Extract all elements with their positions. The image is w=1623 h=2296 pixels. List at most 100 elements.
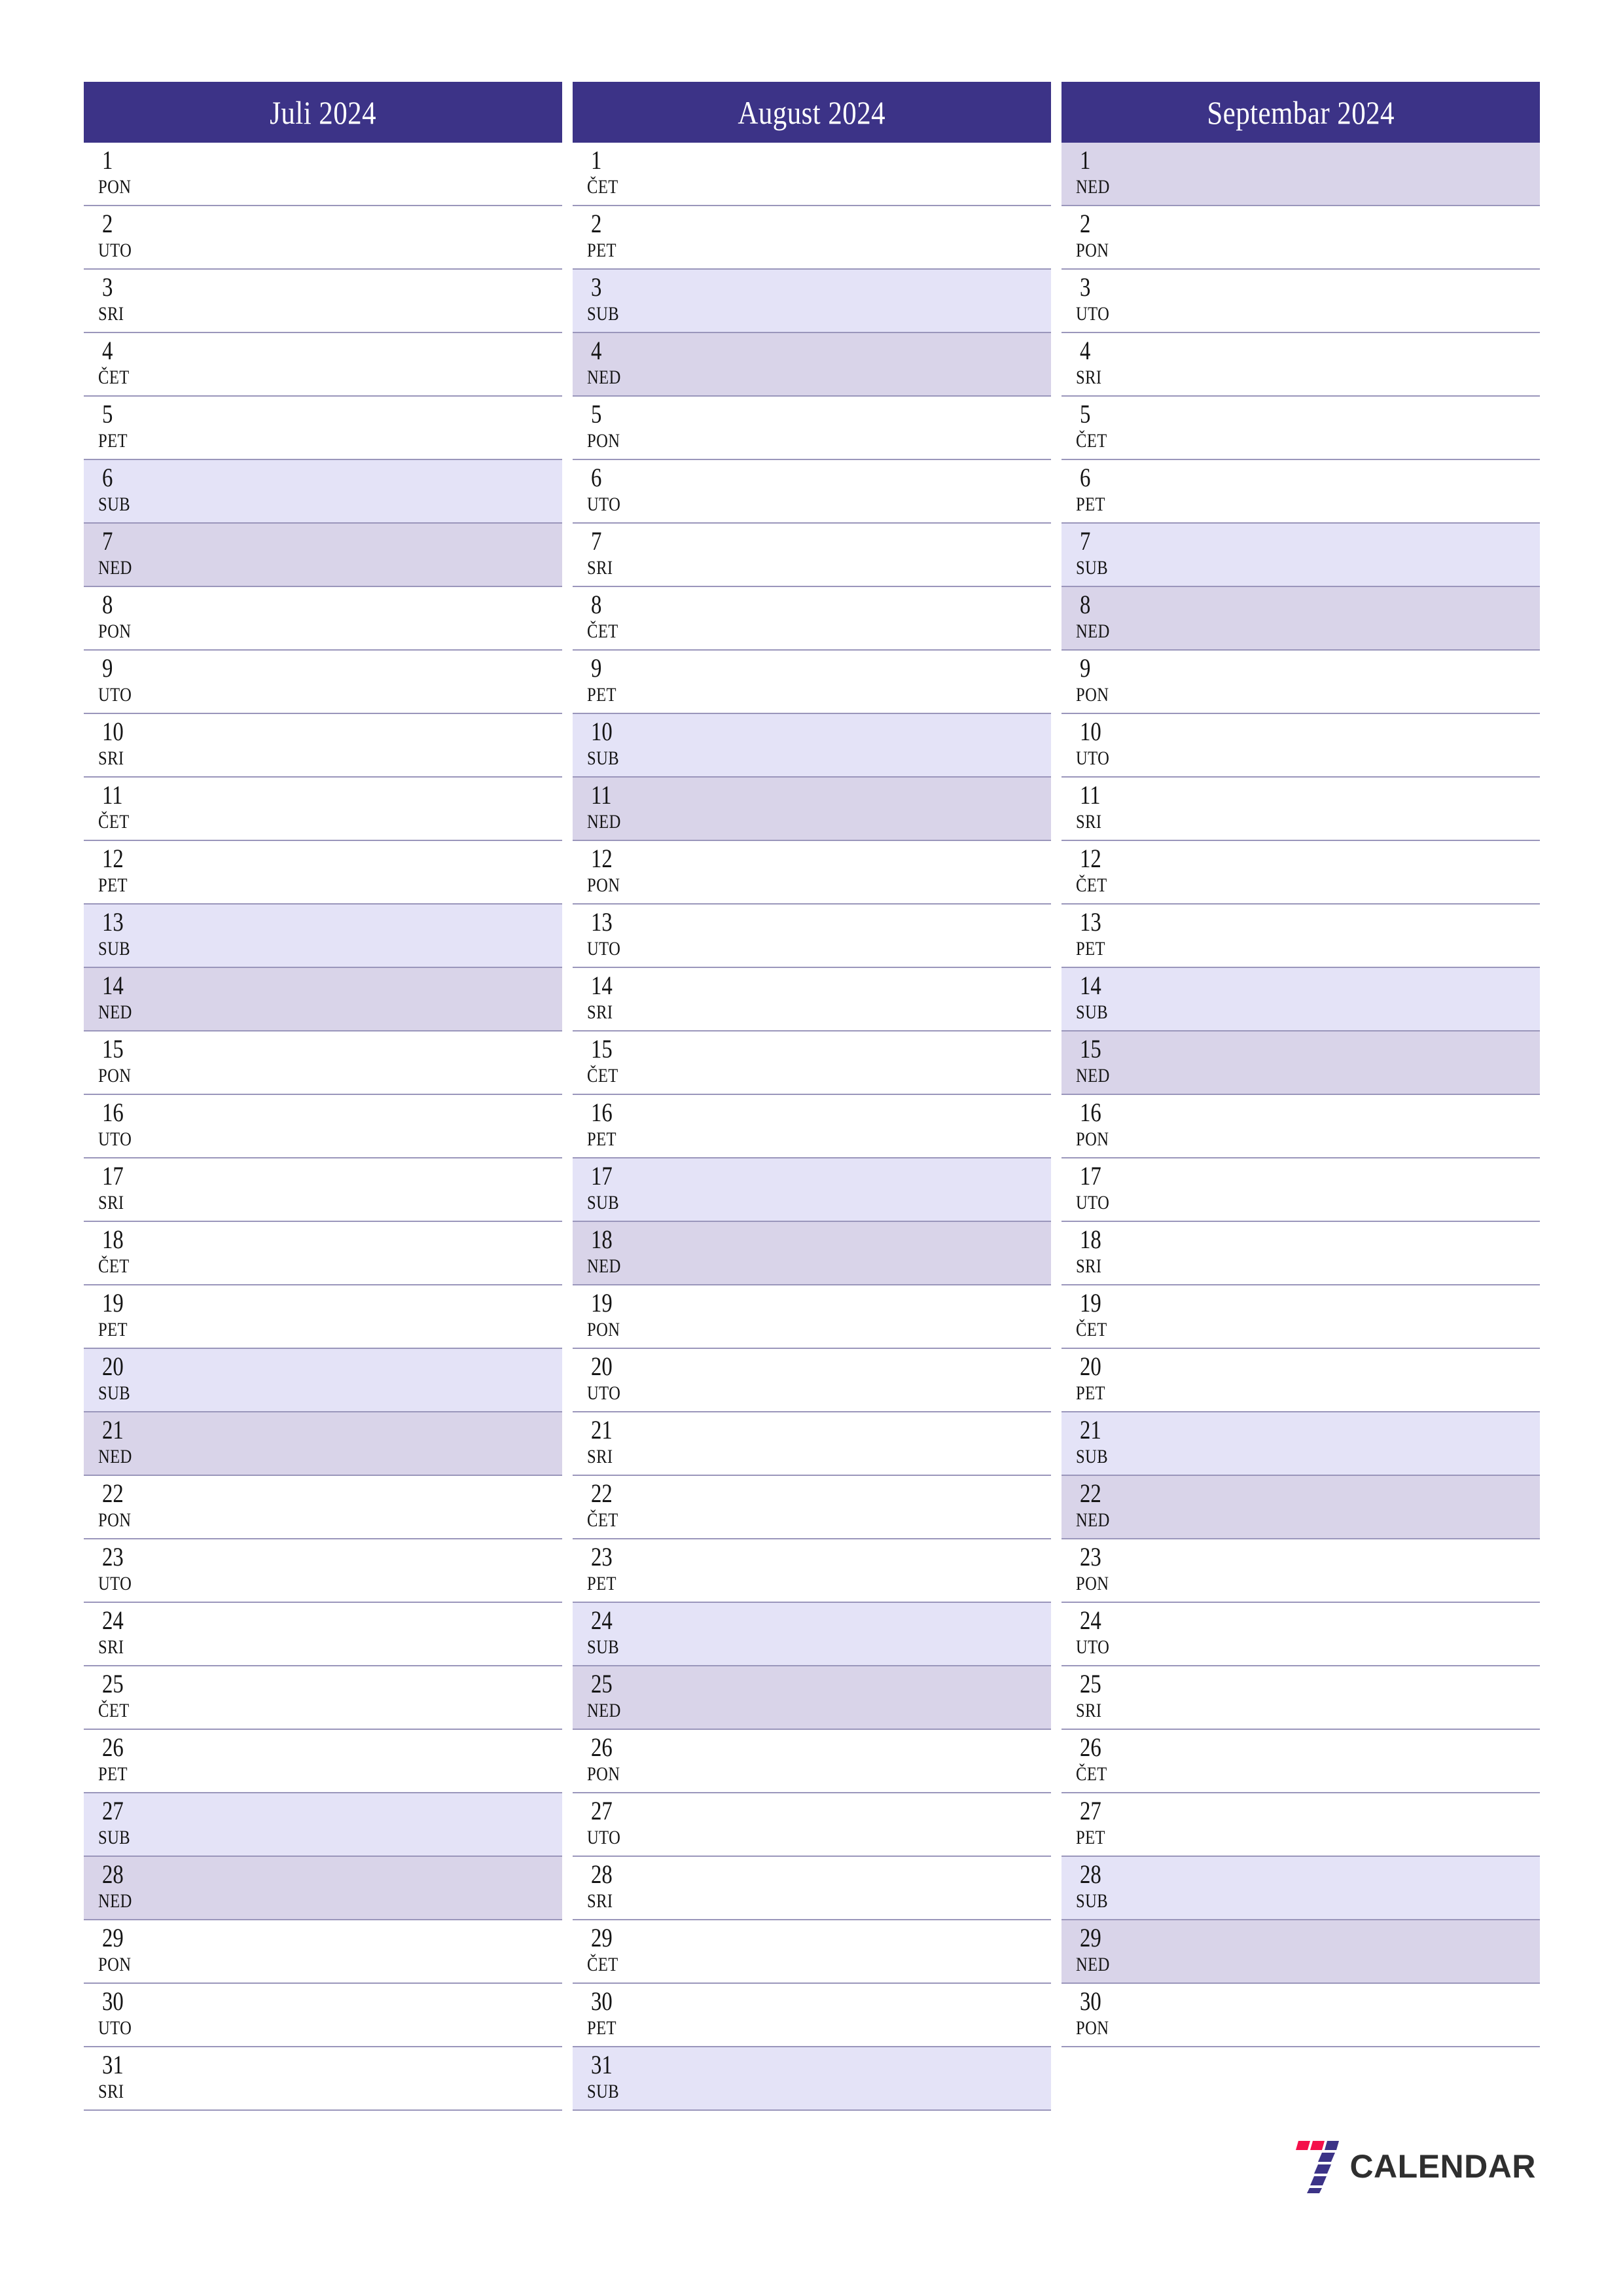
day-row[interactable]: 23 UTO [84,1539,562,1603]
day-row[interactable]: 12 PON [573,841,1051,905]
day-number: 14 [1080,971,1101,1000]
day-row[interactable]: 4 ČET [84,333,562,397]
day-row[interactable]: 21 NED [84,1412,562,1476]
day-row[interactable]: 13 SUB [84,905,562,968]
day-row[interactable]: 25 NED [573,1666,1051,1730]
day-row[interactable]: 6 UTO [573,460,1051,524]
day-row[interactable]: 13 PET [1061,905,1540,968]
day-row[interactable]: 28 SRI [573,1857,1051,1920]
day-row[interactable]: 14 SRI [573,968,1051,1031]
day-weekday-label: SRI [98,2081,124,2102]
day-row[interactable]: 17 UTO [1061,1158,1540,1222]
day-row[interactable]: 26 PET [84,1730,562,1793]
day-row[interactable]: 18 SRI [1061,1222,1540,1285]
day-row[interactable]: 10 SUB [573,714,1051,778]
day-row[interactable]: 4 NED [573,333,1051,397]
day-row[interactable]: 18 NED [573,1222,1051,1285]
day-row[interactable]: 11 NED [573,778,1051,841]
day-row[interactable]: 29 NED [1061,1920,1540,1984]
day-row[interactable]: 22 ČET [573,1476,1051,1539]
day-row[interactable]: 4 SRI [1061,333,1540,397]
day-row[interactable]: 21 SUB [1061,1412,1540,1476]
day-row[interactable]: 13 UTO [573,905,1051,968]
day-row[interactable]: 16 PET [573,1095,1051,1158]
day-row[interactable]: 3 SRI [84,270,562,333]
day-number: 20 [1080,1352,1101,1381]
day-row[interactable]: 15 PON [84,1031,562,1095]
day-row[interactable]: 27 UTO [573,1793,1051,1857]
day-row[interactable]: 2 PON [1061,206,1540,270]
day-weekday-label: PET [1076,1382,1105,1404]
day-row[interactable]: 24 SRI [84,1603,562,1666]
day-row[interactable]: 19 PON [573,1285,1051,1349]
day-row[interactable]: 23 PON [1061,1539,1540,1603]
day-row[interactable]: 2 UTO [84,206,562,270]
day-row[interactable]: 28 SUB [1061,1857,1540,1920]
day-row[interactable]: 24 UTO [1061,1603,1540,1666]
day-row[interactable]: 26 PON [573,1730,1051,1793]
day-number: 12 [1080,844,1101,873]
day-row[interactable]: 23 PET [573,1539,1051,1603]
day-row[interactable]: 7 SRI [573,524,1051,587]
day-row[interactable]: 24 SUB [573,1603,1051,1666]
day-row[interactable]: 10 UTO [1061,714,1540,778]
day-row[interactable]: 20 PET [1061,1349,1540,1412]
day-row[interactable]: 14 NED [84,968,562,1031]
day-row[interactable]: 10 SRI [84,714,562,778]
day-row[interactable]: 9 PET [573,651,1051,714]
day-row[interactable]: 21 SRI [573,1412,1051,1476]
day-row[interactable]: 8 NED [1061,587,1540,651]
day-row[interactable]: 5 ČET [1061,397,1540,460]
day-row[interactable]: 3 SUB [573,270,1051,333]
day-number: 10 [1080,717,1101,746]
day-row[interactable]: 8 ČET [573,587,1051,651]
day-row[interactable]: 31 SRI [84,2047,562,2111]
day-row[interactable]: 15 NED [1061,1031,1540,1095]
day-row[interactable]: 19 ČET [1061,1285,1540,1349]
day-row[interactable]: 3 UTO [1061,270,1540,333]
day-weekday-label: SUB [587,1636,620,1658]
day-number: 10 [102,717,124,746]
day-row[interactable]: 22 NED [1061,1476,1540,1539]
day-row[interactable]: 20 UTO [573,1349,1051,1412]
day-row[interactable]: 15 ČET [573,1031,1051,1095]
day-row[interactable]: 16 PON [1061,1095,1540,1158]
day-row[interactable]: 29 ČET [573,1920,1051,1984]
day-row[interactable]: 25 ČET [84,1666,562,1730]
day-row[interactable]: 1 ČET [573,143,1051,206]
day-row[interactable]: 9 PON [1061,651,1540,714]
day-row[interactable]: 30 PET [573,1984,1051,2047]
day-row[interactable]: 6 SUB [84,460,562,524]
day-row[interactable]: 18 ČET [84,1222,562,1285]
day-row[interactable]: 30 PON [1061,1984,1540,2047]
day-row[interactable]: 30 UTO [84,1984,562,2047]
day-row[interactable]: 27 SUB [84,1793,562,1857]
day-row[interactable]: 12 ČET [1061,841,1540,905]
day-row[interactable]: 6 PET [1061,460,1540,524]
day-row[interactable]: 27 PET [1061,1793,1540,1857]
day-row[interactable]: 5 PON [573,397,1051,460]
day-row[interactable]: 2 PET [573,206,1051,270]
day-row[interactable]: 31 SUB [573,2047,1051,2111]
day-row[interactable]: 20 SUB [84,1349,562,1412]
day-row[interactable]: 22 PON [84,1476,562,1539]
day-row[interactable]: 12 PET [84,841,562,905]
day-row[interactable]: 8 PON [84,587,562,651]
day-row[interactable]: 26 ČET [1061,1730,1540,1793]
day-row[interactable]: 7 SUB [1061,524,1540,587]
day-row[interactable]: 29 PON [84,1920,562,1984]
day-row[interactable]: 1 NED [1061,143,1540,206]
day-row[interactable]: 14 SUB [1061,968,1540,1031]
day-row[interactable]: 25 SRI [1061,1666,1540,1730]
day-row[interactable]: 28 NED [84,1857,562,1920]
day-row[interactable]: 9 UTO [84,651,562,714]
day-row[interactable]: 11 ČET [84,778,562,841]
day-row[interactable]: 1 PON [84,143,562,206]
day-row[interactable]: 5 PET [84,397,562,460]
day-row[interactable]: 7 NED [84,524,562,587]
day-row[interactable]: 17 SUB [573,1158,1051,1222]
day-row[interactable]: 19 PET [84,1285,562,1349]
day-row[interactable]: 16 UTO [84,1095,562,1158]
day-row[interactable]: 17 SRI [84,1158,562,1222]
day-row[interactable]: 11 SRI [1061,778,1540,841]
